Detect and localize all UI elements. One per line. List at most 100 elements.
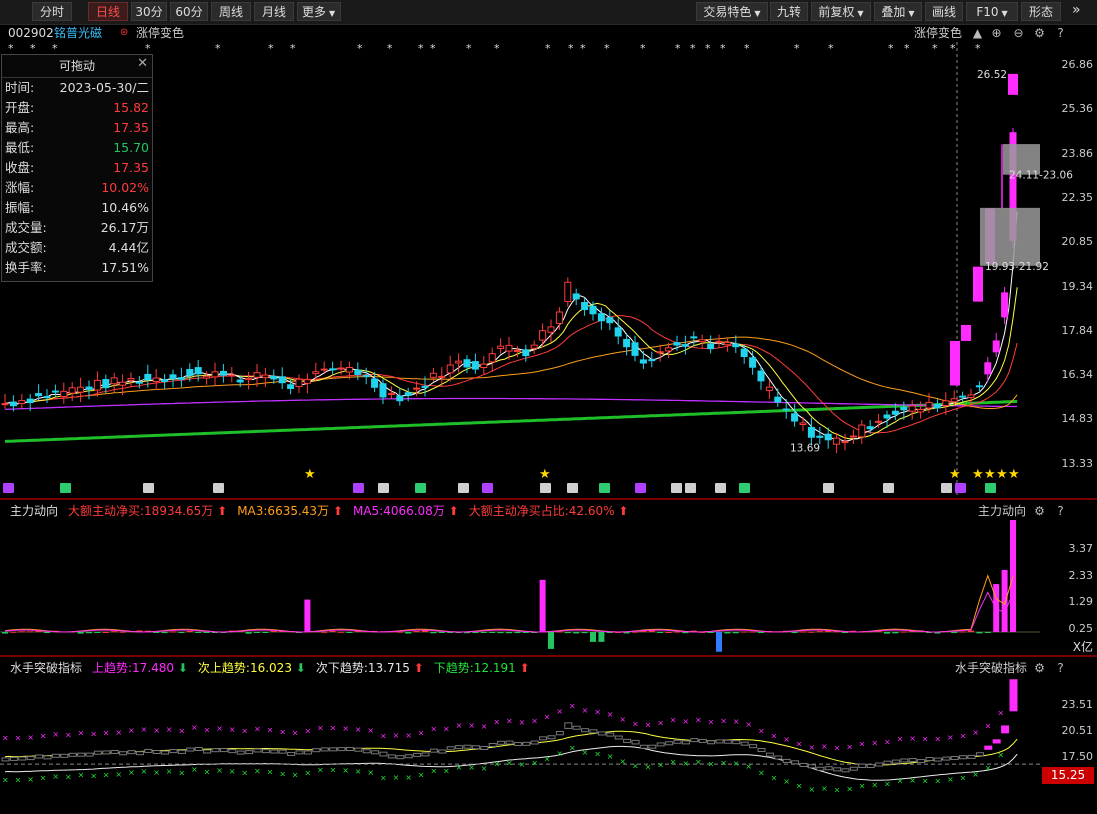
down-trend-mark: × (682, 759, 689, 768)
info-key: 收盘: (5, 160, 35, 175)
candle-body (203, 375, 211, 379)
sailor-bar (455, 745, 464, 750)
f10-dropdown[interactable]: F10 ▼ (966, 2, 1018, 21)
candle-body (807, 426, 815, 438)
sailor-bar (900, 758, 909, 763)
draggable-info-panel[interactable]: 可拖动 ✕ 时间: 2023-05-30/二 开盘: 15.82 最高: 17.35 最低:… (1, 54, 153, 282)
settings-icon[interactable]: ⚙ (1033, 662, 1046, 675)
sailor-bar (816, 766, 825, 771)
nine-turn-button[interactable]: 九转 (770, 2, 808, 21)
sailor-bar (942, 756, 951, 761)
candlestick-chart[interactable]: * * * * * * * * * * * * * * * * * * * * * * * * * * * * * *26.5213.69… (0, 42, 1097, 498)
panel-divider[interactable] (0, 655, 1097, 657)
ma10-line (4, 287, 1018, 440)
legend-item: 上趋势:17.480 ⬇ (92, 661, 188, 675)
indicator-name[interactable]: 涨停变色 (136, 25, 184, 41)
sailor-indicator-chart[interactable]: × × × × × × × × × × × × × × × × × × × × × × × × × × × × × × × × × × × × × × × ×… (0, 676, 1097, 814)
sailor-bar (480, 745, 489, 750)
sailor-bar (732, 740, 741, 745)
arrow-up-icon[interactable]: ▲ (971, 27, 984, 40)
down-trend-mark: × (481, 764, 488, 773)
chevron-down-icon: ▼ (754, 9, 761, 18)
sailor-bar (110, 749, 119, 754)
candle-body (497, 345, 505, 349)
info-row: 涨幅: 10.02% (2, 178, 152, 198)
y-axis-label: 22.35 (1061, 190, 1094, 204)
sailor-bar (497, 740, 506, 745)
candle-body (925, 401, 933, 409)
tab-30min[interactable]: 30分 (131, 2, 167, 21)
tab-weekly[interactable]: 周线 (211, 2, 251, 21)
candle-body (1001, 292, 1009, 318)
help-icon[interactable]: ? (1054, 505, 1067, 518)
candle-body (144, 373, 152, 381)
panel-divider[interactable] (0, 498, 1097, 500)
flow-bar (497, 632, 504, 634)
candle-body (261, 374, 269, 379)
remove-icon[interactable]: ⊖ (1012, 27, 1025, 40)
event-badge (955, 483, 966, 493)
down-trend-mark: × (216, 766, 223, 775)
tab-intraday[interactable]: 分时 (32, 2, 72, 21)
down-trend-mark: × (871, 781, 878, 790)
candle-body (413, 387, 421, 390)
limit-up-candle (973, 266, 983, 302)
candle-body (270, 375, 278, 380)
candle-body (471, 361, 479, 370)
close-icon[interactable]: ✕ (137, 56, 148, 71)
overlay-dropdown[interactable]: 叠加 ▼ (874, 2, 922, 21)
tab-monthly[interactable]: 月线 (254, 2, 294, 21)
up-trend-mark: × (594, 707, 601, 716)
capital-flow-chart[interactable] (0, 520, 1097, 655)
flow-bar (749, 631, 756, 633)
indicator-dropdown-icon[interactable]: ⊜ (120, 25, 128, 41)
adjust-dropdown[interactable]: 前复权 ▼ (811, 2, 871, 21)
marker-star: * (904, 42, 910, 55)
sailor-bar (287, 751, 296, 756)
up-trend-mark: × (254, 724, 261, 733)
expand-icon[interactable]: » (1072, 2, 1081, 18)
down-trend-mark: × (947, 775, 954, 784)
more-dropdown[interactable]: 更多 ▼ (297, 2, 341, 21)
tab-60min[interactable]: 60分 (170, 2, 208, 21)
sailor-bar (312, 748, 321, 753)
sailor-panel-title[interactable]: 水手突破指标 (10, 660, 82, 676)
up-trend-mark: × (745, 720, 752, 729)
sailor-bar (992, 739, 1001, 744)
candle-body (959, 395, 967, 398)
settings-icon[interactable]: ⚙ (1033, 505, 1046, 518)
legend-item: 大额主动净买:18934.65万 ⬆ (68, 504, 227, 518)
flow-bar (430, 632, 437, 634)
flow-panel-title[interactable]: 主力动向 (10, 503, 58, 519)
event-badge (671, 483, 682, 493)
up-trend-mark: × (141, 725, 148, 734)
info-row: 振幅: 10.46% (2, 198, 152, 218)
period-toolbar: 分时 日线 30分 60分 周线 月线 更多 ▼ 交易特色 ▼ 九转 前复权 ▼ 叠加… (0, 0, 1097, 25)
help-icon[interactable]: ? (1054, 27, 1067, 40)
pattern-button[interactable]: 形态 (1021, 2, 1061, 21)
tab-daily[interactable]: 日线 (88, 2, 128, 21)
down-trend-mark: × (254, 766, 261, 775)
add-icon[interactable]: ⊕ (990, 27, 1003, 40)
up-trend-mark: × (393, 731, 400, 740)
flow-bar (396, 631, 403, 633)
flow-bar (573, 632, 580, 634)
sailor-bar (623, 738, 632, 743)
sailor-bar (203, 749, 212, 754)
marker-star: * (545, 42, 551, 55)
stock-name[interactable]: 铭普光磁 (54, 25, 102, 41)
down-trend-mark: × (393, 773, 400, 782)
flow-bar (77, 632, 84, 634)
candle-body (287, 384, 295, 389)
up-trend-mark: × (960, 731, 967, 740)
star-icon: ★ (984, 467, 996, 482)
draw-line-button[interactable]: 画线 (925, 2, 963, 21)
down-trend-mark: × (645, 763, 652, 772)
sailor-bar (438, 749, 447, 754)
trading-feature-dropdown[interactable]: 交易特色 ▼ (696, 2, 768, 21)
settings-icon[interactable]: ⚙ (1033, 27, 1046, 40)
down-trend-mark: × (468, 763, 475, 772)
help-icon[interactable]: ? (1054, 662, 1067, 675)
flow-right-label: 主力动向 (978, 504, 1027, 518)
candle-body (908, 405, 916, 412)
